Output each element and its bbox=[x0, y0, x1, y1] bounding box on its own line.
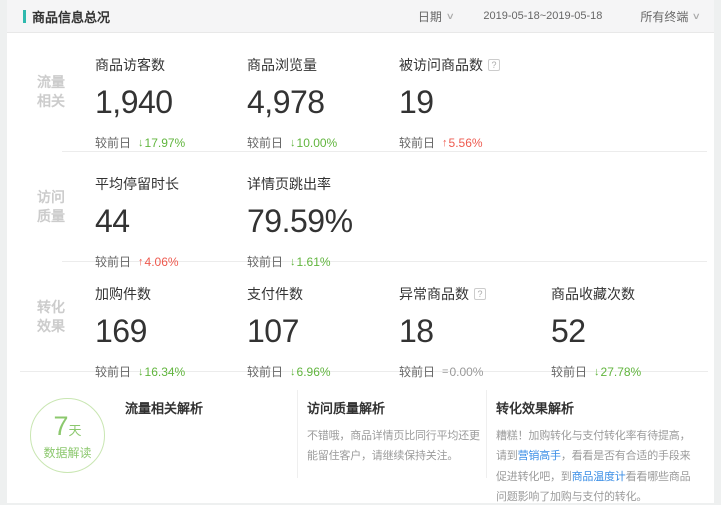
compare-label: 较前日 bbox=[399, 134, 435, 151]
metric-value: 19 bbox=[399, 84, 551, 121]
metric-product-favorites: 商品收藏次数 52 较前日 ↓ 27.78% bbox=[551, 262, 703, 371]
metric-value: 1,940 bbox=[95, 84, 247, 121]
row-group-label: 访问 质量 bbox=[7, 152, 95, 261]
marketing-master-link[interactable]: 营销高手 bbox=[518, 450, 561, 462]
metric-visited-products: 被访问商品数 ? 19 较前日 ↑ 5.56% bbox=[399, 33, 551, 151]
metric-label: 异常商品数 bbox=[399, 284, 469, 304]
metric-avg-stay-time: 平均停留时长 44 较前日 ↑ 4.06% bbox=[95, 152, 247, 261]
row-group-label: 流量 相关 bbox=[7, 33, 95, 151]
help-icon[interactable]: ? bbox=[488, 59, 500, 71]
metric-paid-items: 支付件数 107 较前日 ↓ 6.96% bbox=[247, 262, 399, 371]
metric-value: 18 bbox=[399, 313, 551, 350]
seven-day-badge: 7天 数据解读 bbox=[30, 398, 105, 473]
metric-value: 44 bbox=[95, 203, 247, 240]
metric-product-pageviews: 商品浏览量 4,978 较前日 ↓ 10.00% bbox=[247, 33, 399, 151]
product-thermometer-link[interactable]: 商品温度计 bbox=[572, 471, 626, 483]
title-wrap: 商品信息总况 bbox=[23, 7, 110, 26]
badge-label: 数据解读 bbox=[43, 444, 91, 461]
metric-change: 较前日 ↓ 10.00% bbox=[247, 134, 399, 151]
trend-percent: 10.00% bbox=[297, 136, 338, 150]
date-type-label: 日期 bbox=[418, 8, 442, 25]
insight-traffic: 流量相关解析 bbox=[125, 372, 297, 505]
metric-value: 79.59% bbox=[247, 203, 399, 240]
date-range-picker[interactable]: 2019-05-18~2019-05-18 bbox=[483, 10, 602, 22]
trend-indicator: ↓ 10.00% bbox=[290, 136, 337, 150]
insights-section: 7天 数据解读 流量相关解析 访问质量解析 不错哦，商品详情页比同行平均还更能留… bbox=[7, 372, 714, 505]
compare-label: 较前日 bbox=[95, 134, 131, 151]
insight-conversion: 转化效果解析 糟糕！加购转化与支付转化率有待提高，请到营销高手，看看是否有合适的… bbox=[487, 372, 700, 505]
trend-percent: 5.56% bbox=[449, 136, 483, 150]
metric-product-visitors: 商品访客数 1,940 较前日 ↓ 17.97% bbox=[95, 33, 247, 151]
metric-detail-bounce-rate: 详情页跳出率 79.59% 较前日 ↓ 1.61% bbox=[247, 152, 399, 261]
metric-label: 商品浏览量 bbox=[247, 55, 317, 75]
trend-arrow-icon: ↓ bbox=[290, 137, 296, 149]
compare-label: 较前日 bbox=[247, 134, 283, 151]
row-group-label: 转化 效果 bbox=[7, 262, 95, 371]
metric-label: 商品访客数 bbox=[95, 55, 165, 75]
insight-title: 转化效果解析 bbox=[496, 398, 698, 417]
insight-quality: 访问质量解析 不错哦，商品详情页比同行平均还更能留住客户，请继续保持关注。 bbox=[298, 372, 486, 505]
trend-arrow-icon: ↓ bbox=[138, 137, 144, 149]
metric-row-traffic: 流量 相关 商品访客数 1,940 较前日 ↓ 17.97% 商品浏览量 bbox=[7, 33, 714, 151]
metric-change: 较前日 ↓ 17.97% bbox=[95, 134, 247, 151]
metric-value: 107 bbox=[247, 313, 399, 350]
metric-value: 4,978 bbox=[247, 84, 399, 121]
header-bar: 商品信息总况 日期 ∨ 2019-05-18~2019-05-18 所有终端 ∨ bbox=[7, 0, 714, 33]
insight-title: 访问质量解析 bbox=[307, 398, 486, 417]
metric-label: 加购件数 bbox=[95, 284, 151, 304]
trend-percent: 17.97% bbox=[145, 136, 186, 150]
terminal-label: 所有终端 bbox=[640, 8, 688, 25]
metric-cart-adds: 加购件数 169 较前日 ↓ 16.34% bbox=[95, 262, 247, 371]
product-overview-card: 商品信息总况 日期 ∨ 2019-05-18~2019-05-18 所有终端 ∨… bbox=[7, 0, 714, 503]
chevron-down-icon: ∨ bbox=[446, 11, 455, 22]
metric-row-conversion: 转化 效果 加购件数 169 较前日 ↓ 16.34% 支付件数 bbox=[7, 262, 714, 371]
header-controls: 日期 ∨ 2019-05-18~2019-05-18 所有终端 ∨ bbox=[418, 8, 700, 25]
help-icon[interactable]: ? bbox=[474, 288, 486, 300]
chevron-down-icon: ∨ bbox=[692, 11, 701, 22]
metric-value: 169 bbox=[95, 313, 247, 350]
metric-label: 平均停留时长 bbox=[95, 174, 179, 194]
insight-text: 糟糕！加购转化与支付转化率有待提高，请到营销高手，看看是否有合适的手段来促进转化… bbox=[496, 426, 698, 505]
insight-text: 不错哦，商品详情页比同行平均还更能留住客户，请继续保持关注。 bbox=[307, 426, 486, 467]
page-title: 商品信息总况 bbox=[32, 7, 110, 26]
badge-number: 7 bbox=[53, 411, 68, 441]
page-background: 商品信息总况 日期 ∨ 2019-05-18~2019-05-18 所有终端 ∨… bbox=[0, 0, 721, 505]
terminal-dropdown[interactable]: 所有终端 ∨ bbox=[640, 8, 700, 25]
insight-title: 流量相关解析 bbox=[125, 398, 297, 417]
metric-label: 支付件数 bbox=[247, 284, 303, 304]
trend-indicator: ↑ 5.56% bbox=[442, 136, 483, 150]
metric-label: 被访问商品数 bbox=[399, 55, 483, 75]
metric-value: 52 bbox=[551, 313, 703, 350]
title-accent-bar bbox=[23, 10, 26, 23]
metric-label: 商品收藏次数 bbox=[551, 284, 635, 304]
badge-unit: 天 bbox=[69, 423, 82, 438]
trend-arrow-icon: ↑ bbox=[442, 137, 448, 149]
metric-row-quality: 访问 质量 平均停留时长 44 较前日 ↑ 4.06% 详情页跳出率 bbox=[7, 152, 714, 261]
metric-abnormal-products: 异常商品数 ? 18 较前日 = 0.00% bbox=[399, 262, 551, 371]
metrics-section: 流量 相关 商品访客数 1,940 较前日 ↓ 17.97% 商品浏览量 bbox=[7, 33, 714, 372]
metric-change: 较前日 ↑ 5.56% bbox=[399, 134, 551, 151]
metric-label: 详情页跳出率 bbox=[247, 174, 331, 194]
date-type-dropdown[interactable]: 日期 ∨ bbox=[418, 8, 454, 25]
trend-indicator: ↓ 17.97% bbox=[138, 136, 185, 150]
